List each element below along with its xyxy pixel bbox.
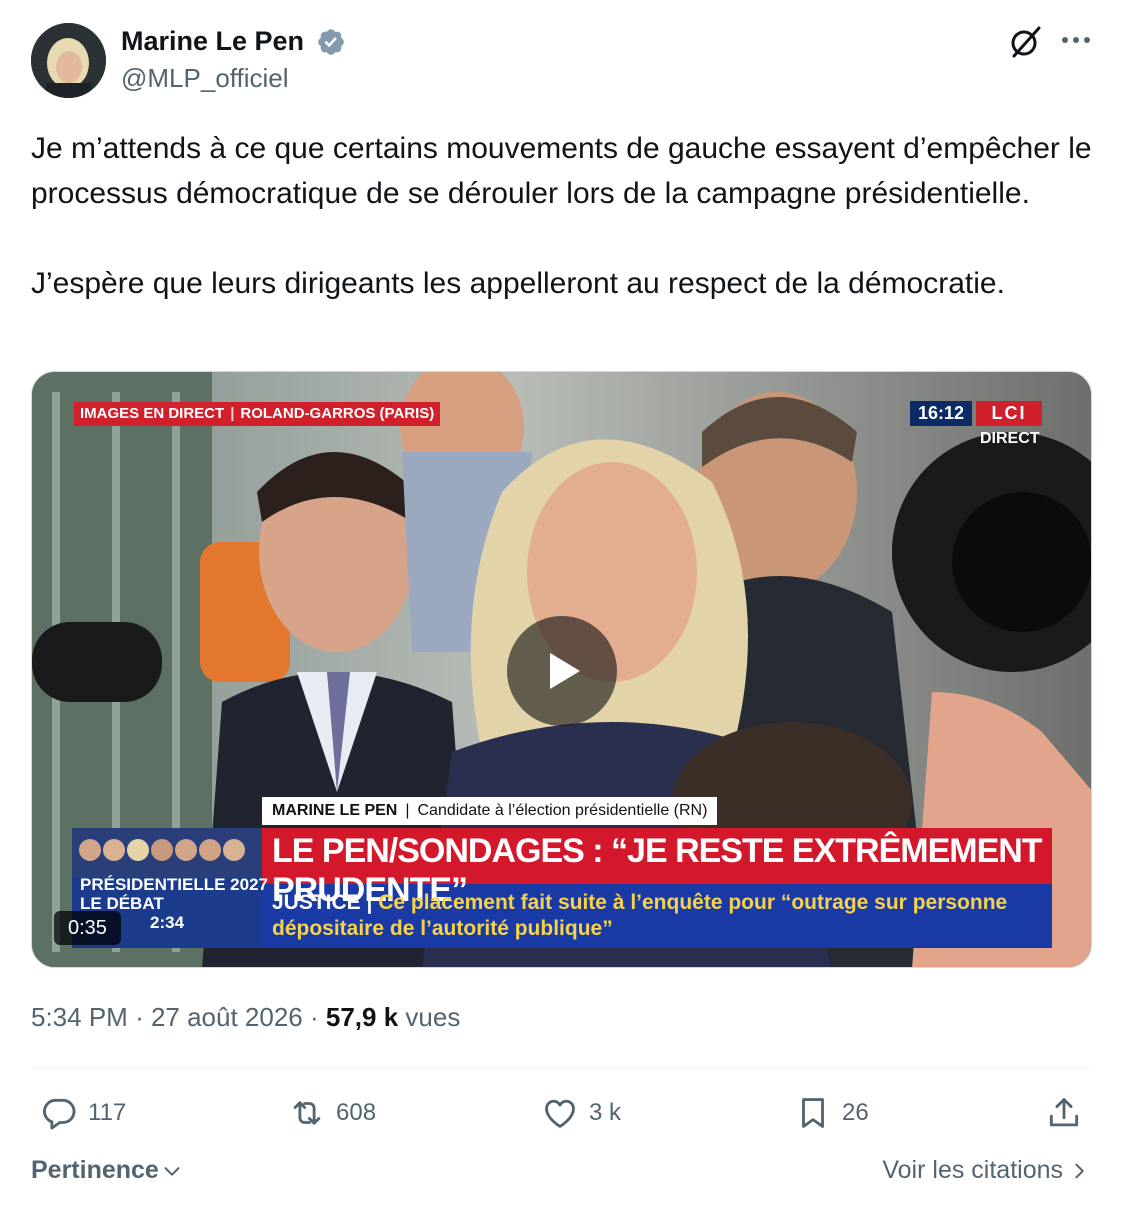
reply-count: 117: [88, 1099, 127, 1126]
nameplate-separator: |: [405, 802, 410, 819]
like-count: 3 k: [589, 1099, 622, 1126]
share-button[interactable]: [1045, 1092, 1083, 1134]
video-player[interactable]: IMAGES EN DIRECT | ROLAND-GARROS (PARIS)…: [31, 371, 1092, 968]
repost-button[interactable]: 608: [288, 1092, 376, 1134]
chevron-down-icon: [164, 1166, 180, 1176]
live-tag-separator: |: [230, 405, 235, 422]
sort-dropdown[interactable]: Pertinence: [31, 1156, 183, 1185]
play-button[interactable]: [507, 616, 617, 726]
live-label: IMAGES EN DIRECT: [80, 405, 225, 422]
repost-count: 608: [336, 1099, 377, 1126]
verified-badge-icon: [318, 29, 344, 55]
chevron-right-icon: [1075, 1163, 1084, 1178]
author-avatar[interactable]: [31, 23, 106, 98]
like-button[interactable]: 3 k: [541, 1092, 621, 1134]
subtitle-text: Ce placement fait suite à l’enquête pour…: [272, 891, 1008, 940]
subtitle-label: JUSTICE: [272, 891, 361, 914]
channel-logo: LCI: [976, 401, 1042, 426]
tweet-meta: 5:34 PM · 27 août 2026 · 57,9 k vues: [31, 1002, 460, 1033]
meta-separator: ·: [135, 1002, 151, 1032]
author-handle[interactable]: @MLP_officiel: [121, 63, 289, 94]
tweet-time[interactable]: 5:34 PM: [31, 1002, 128, 1032]
view-quotes-link[interactable]: Voir les citations: [882, 1156, 1089, 1185]
reply-icon: [43, 1098, 76, 1130]
avatar-image: [31, 23, 106, 98]
broadcast-clock: 16:12: [910, 401, 972, 426]
share-icon: [1049, 1098, 1079, 1127]
grok-icon[interactable]: [1008, 24, 1044, 60]
tweet-text: Je m’attends à ce que certains mouvement…: [31, 132, 1092, 300]
play-icon: [550, 653, 580, 689]
more-options-icon[interactable]: [1058, 25, 1094, 55]
location-label: ROLAND-GARROS (PARIS): [240, 405, 435, 422]
views-label: vues: [405, 1002, 461, 1032]
speaker-role: Candidate à l’élection présidentielle (R…: [417, 802, 708, 819]
subtitle: JUSTICE | Ce placement fait suite à l’en…: [272, 890, 1042, 942]
sort-label: Pertinence: [31, 1156, 159, 1184]
direct-label: DIRECT: [980, 430, 1040, 447]
tweet-date[interactable]: 27 août 2026: [151, 1002, 303, 1032]
repost-icon: [293, 1101, 321, 1125]
author-name[interactable]: Marine Le Pen: [121, 26, 304, 57]
bookmark-button[interactable]: 26: [794, 1092, 869, 1134]
heart-icon: [545, 1099, 575, 1128]
video-duration: 0:35: [54, 911, 121, 945]
program-line1: PRÉSIDENTIELLE 2027: [80, 875, 269, 894]
bookmark-count: 26: [842, 1099, 869, 1126]
divider: [31, 1067, 1092, 1068]
subtitle-separator: |: [366, 891, 379, 914]
meta-separator: ·: [310, 1002, 326, 1032]
views-count: 57,9 k: [325, 1002, 399, 1032]
speaker-name: MARINE LE PEN: [272, 802, 398, 819]
quotes-label: Voir les citations: [882, 1156, 1063, 1184]
speaker-nameplate: MARINE LE PEN | Candidate à l’élection p…: [262, 797, 718, 825]
live-tag: IMAGES EN DIRECT | ROLAND-GARROS (PARIS): [74, 402, 441, 426]
bookmark-icon: [802, 1098, 824, 1128]
reply-button[interactable]: 117: [40, 1092, 126, 1134]
